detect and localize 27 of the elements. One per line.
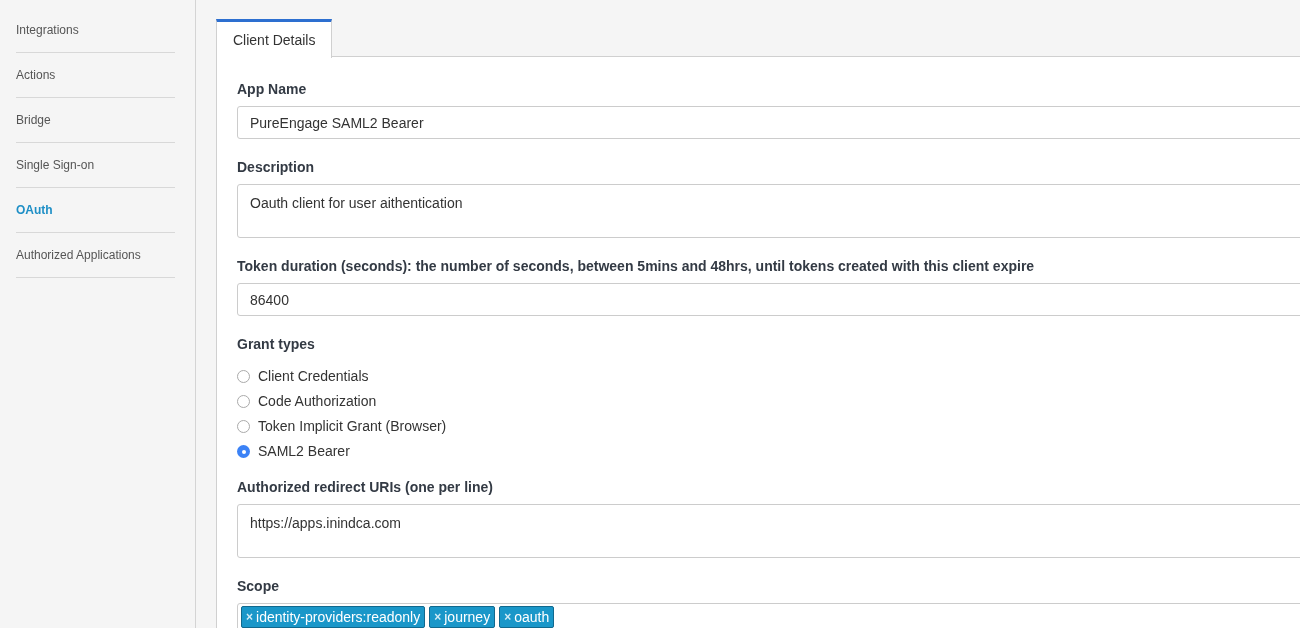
sidebar-link[interactable]: Actions (16, 66, 56, 84)
sidebar-link[interactable]: Authorized Applications (16, 246, 141, 264)
radio-button[interactable] (237, 395, 250, 408)
radio-label: SAML2 Bearer (258, 442, 350, 461)
field-label: App Name (237, 80, 308, 99)
field-label: Grant types (237, 335, 316, 354)
input-field[interactable]: PureEngage SAML2 Bearer (237, 106, 1300, 139)
sidebar-link[interactable]: Single Sign-on (16, 156, 95, 174)
textarea-field[interactable]: https://apps.inindca.com (237, 504, 1300, 558)
radio-label: Token Implicit Grant (Browser) (258, 417, 447, 436)
sidebar-link[interactable]: Integrations (16, 21, 79, 39)
radio-button[interactable] (237, 370, 250, 383)
sidebar-link[interactable]: Bridge (16, 111, 51, 129)
radio-label: Code Authorization (258, 392, 377, 411)
field-label: Authorized redirect URIs (one per line) (237, 478, 494, 497)
field-label: Scope (237, 577, 280, 596)
radio-button[interactable] (237, 420, 250, 433)
field-label: Token duration (seconds): the number of seconds, between 5mins and 48hrs, until tokens created with this client expire (237, 257, 1036, 276)
tag-label: journey (444, 607, 491, 627)
tag-label: oauth (514, 607, 550, 627)
input-field[interactable]: 86400 (237, 283, 1300, 316)
field-label: Description (237, 158, 315, 177)
tag-label: identity-providers:readonly (256, 607, 421, 627)
radio-label: Client Credentials (258, 367, 369, 386)
textarea-field[interactable]: Oauth client for user aithentication (237, 184, 1300, 238)
tab[interactable]: Client Details (216, 19, 333, 58)
radio-button[interactable] (237, 445, 250, 458)
